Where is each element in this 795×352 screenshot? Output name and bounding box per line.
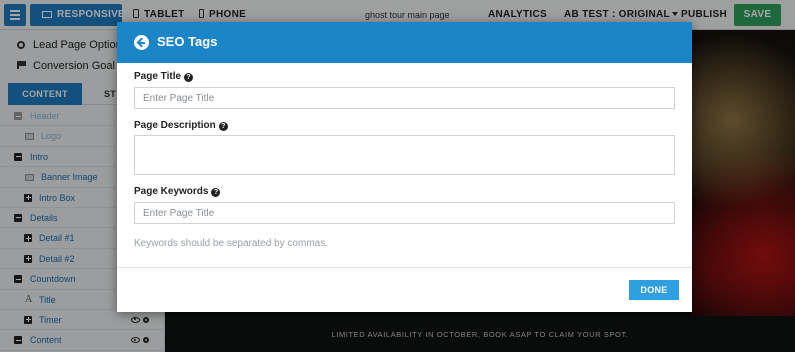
seo-tags-dialog: SEO Tags Page Title? Page Description? P…: [117, 22, 692, 312]
page-title-label: Page Title?: [134, 71, 194, 82]
page-title-input[interactable]: [134, 87, 675, 109]
page-keywords-label: Page Keywords?: [134, 186, 221, 197]
keywords-hint: Keywords should be separated by commas.: [134, 238, 328, 249]
help-icon[interactable]: ?: [211, 188, 221, 197]
help-icon[interactable]: ?: [218, 122, 228, 131]
page-description-label: Page Description?: [134, 120, 228, 131]
done-button[interactable]: DONE: [629, 280, 679, 300]
dialog-divider: [117, 267, 692, 268]
page-keywords-input[interactable]: [134, 202, 675, 224]
back-arrow-icon[interactable]: [134, 35, 149, 50]
dialog-header: SEO Tags: [117, 22, 692, 63]
help-icon[interactable]: ?: [184, 73, 194, 82]
page-description-textarea[interactable]: [134, 135, 675, 175]
dialog-title: SEO Tags: [157, 34, 218, 49]
